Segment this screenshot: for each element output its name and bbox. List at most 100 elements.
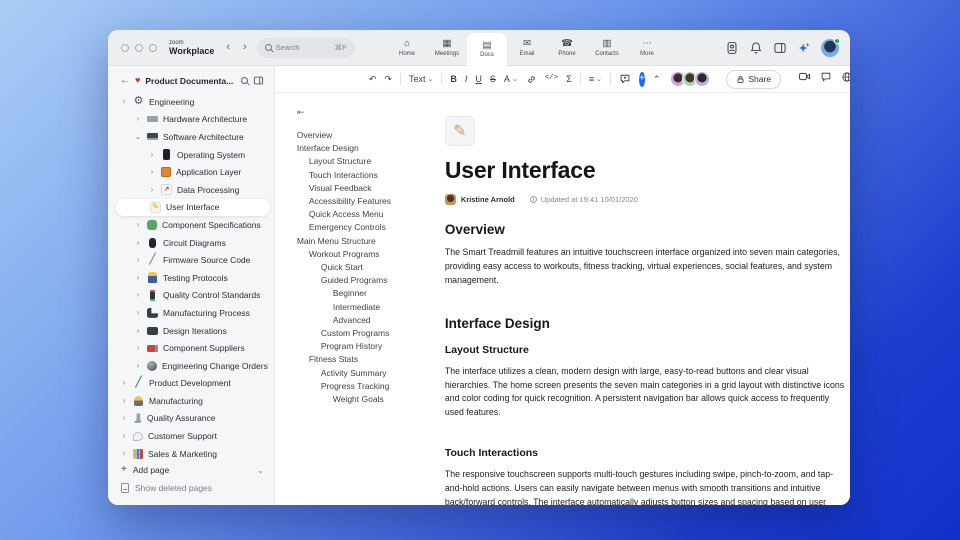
sidebar-back-icon[interactable]: ← bbox=[120, 75, 130, 86]
window-controls[interactable] bbox=[108, 43, 157, 52]
sidebar-item-component-suppliers[interactable]: › Component Suppliers bbox=[108, 339, 274, 357]
tab-docs[interactable]: ▤ Docs bbox=[467, 33, 507, 66]
sidebar-item-engineering-change-orders[interactable]: › Engineering Change Orders bbox=[108, 357, 274, 375]
outline-item[interactable]: Activity Summary bbox=[297, 367, 445, 380]
close-window-icon[interactable] bbox=[121, 43, 129, 52]
outline-item[interactable]: Fitness Stats bbox=[297, 353, 445, 366]
tab-phone[interactable]: ☎ Phone bbox=[547, 30, 587, 66]
outline-item[interactable]: Visual Feedback bbox=[297, 182, 445, 195]
comment-icon[interactable] bbox=[619, 73, 631, 85]
workspace-title[interactable]: Product Documenta... bbox=[145, 76, 236, 86]
text-color-button[interactable]: A ⌄ bbox=[504, 74, 518, 84]
collaborator-avatar[interactable] bbox=[694, 71, 711, 87]
undo-button[interactable]: ↶ bbox=[369, 74, 377, 84]
heading-layout-structure[interactable]: Layout Structure bbox=[445, 344, 849, 356]
sidebar-item-component-specifications[interactable]: › Component Specifications bbox=[108, 216, 274, 234]
sidebar-item-engineering[interactable]: › ⚙ Engineering bbox=[108, 93, 274, 111]
chevron-icon[interactable]: › bbox=[134, 308, 142, 317]
code-button[interactable]: </> bbox=[545, 75, 559, 83]
outline-item[interactable]: Main Menu Structure bbox=[297, 235, 445, 248]
chevron-icon[interactable]: › bbox=[120, 432, 128, 440]
outline-item[interactable]: Advanced bbox=[297, 314, 445, 327]
outline-item[interactable]: Quick Start bbox=[297, 261, 445, 274]
nav-forward-icon[interactable]: › bbox=[243, 42, 247, 53]
chevron-icon[interactable]: › bbox=[134, 361, 142, 370]
outline-item[interactable]: Program History bbox=[297, 340, 445, 353]
text-style-dropdown[interactable]: Text ⌄ bbox=[409, 74, 433, 84]
chevron-icon[interactable]: › bbox=[134, 326, 142, 335]
outline-item[interactable]: Emergency Controls bbox=[297, 221, 445, 234]
chevron-icon[interactable]: › bbox=[120, 97, 128, 106]
chevron-icon[interactable]: › bbox=[120, 379, 128, 387]
sidebar-item-sales-marketing[interactable]: › Sales & Marketing bbox=[108, 445, 274, 459]
outline-item[interactable]: Touch Interactions bbox=[297, 169, 445, 182]
paragraph-touch-interactions[interactable]: The responsive touchscreen supports mult… bbox=[445, 468, 845, 505]
outline-item[interactable]: Layout Structure bbox=[297, 155, 445, 168]
chevron-icon[interactable]: › bbox=[148, 185, 156, 194]
insert-plus-button[interactable]: + bbox=[638, 71, 645, 87]
heading-overview[interactable]: Overview bbox=[445, 222, 849, 237]
sidebar-item-software-architecture[interactable]: ⌄ Software Architecture bbox=[108, 128, 274, 146]
ai-companion-sparkle-icon[interactable] bbox=[797, 41, 811, 55]
outline-item[interactable]: Workout Programs bbox=[297, 248, 445, 261]
outline-item[interactable]: Quick Access Menu bbox=[297, 208, 445, 221]
globe-icon[interactable] bbox=[841, 70, 850, 88]
chevron-icon[interactable]: › bbox=[134, 238, 142, 247]
collapse-toolbar-icon[interactable]: ⌃ bbox=[653, 74, 661, 84]
chevron-icon[interactable]: ⌄ bbox=[134, 132, 142, 141]
sidebar-item-product-development[interactable]: › ╱ Product Development bbox=[108, 375, 274, 393]
collapse-outline-icon[interactable]: ⇤ bbox=[297, 107, 445, 118]
sidebar-item-quality-assurance[interactable]: › Quality Assurance bbox=[108, 410, 274, 428]
chevron-icon[interactable]: › bbox=[148, 168, 156, 176]
document-title[interactable]: User Interface bbox=[445, 157, 849, 184]
chevron-icon[interactable]: › bbox=[134, 220, 142, 229]
video-camera-icon[interactable] bbox=[798, 70, 811, 88]
paragraph-layout-structure[interactable]: The interface utilizes a clean, modern d… bbox=[445, 365, 845, 421]
sidebar-search-icon[interactable] bbox=[240, 77, 248, 84]
bold-button[interactable]: B bbox=[450, 74, 457, 84]
sidebar-item-circuit-diagrams[interactable]: › Circuit Diagrams bbox=[108, 234, 274, 252]
outline-item[interactable]: Accessibility Features bbox=[297, 195, 445, 208]
sidebar-item-operating-system[interactable]: › Operating System bbox=[108, 146, 274, 164]
outline-item[interactable]: Guided Programs bbox=[297, 274, 445, 287]
tab-contacts[interactable]: ▥ Contacts bbox=[587, 30, 627, 66]
chevron-icon[interactable]: › bbox=[134, 115, 142, 123]
document-content[interactable]: ✎ User Interface Kristine Arnold Updated… bbox=[444, 93, 849, 505]
contact-card-icon[interactable] bbox=[725, 41, 739, 55]
sidebar-item-customer-support[interactable]: › Customer Support bbox=[108, 427, 274, 445]
chevron-icon[interactable]: › bbox=[148, 150, 156, 159]
search-input[interactable]: Search ⌘F bbox=[256, 37, 355, 58]
sidebar-item-application-layer[interactable]: › Application Layer bbox=[108, 163, 274, 181]
document-memo-icon[interactable]: ✎ bbox=[444, 116, 475, 146]
nav-back-icon[interactable]: ‹ bbox=[226, 42, 230, 53]
chevron-icon[interactable]: › bbox=[134, 291, 142, 299]
tab-home[interactable]: ⌂ Home bbox=[387, 30, 427, 66]
outline-item[interactable]: Interface Design bbox=[297, 142, 445, 155]
outline-item[interactable]: Progress Tracking bbox=[297, 380, 445, 393]
sidebar-item-quality-control-standards[interactable]: › Quality Control Standards bbox=[108, 287, 274, 305]
minimize-window-icon[interactable] bbox=[135, 43, 143, 52]
chevron-icon[interactable]: › bbox=[120, 414, 128, 422]
tab-meetings[interactable]: ▦ Meetings bbox=[427, 30, 467, 66]
sidebar-item-hardware-architecture[interactable]: › Hardware Architecture bbox=[108, 111, 274, 129]
paragraph-overview[interactable]: The Smart Treadmill features an intuitiv… bbox=[445, 246, 845, 288]
italic-button[interactable]: I bbox=[465, 74, 468, 84]
outline-item[interactable]: Custom Programs bbox=[297, 327, 445, 340]
sidebar-item-testing-protocols[interactable]: › Testing Protocols bbox=[108, 269, 274, 287]
redo-button[interactable]: ↷ bbox=[384, 74, 392, 84]
outline-item[interactable]: Intermediate bbox=[297, 301, 445, 314]
align-dropdown[interactable]: ≡ ⌄ bbox=[589, 74, 602, 84]
maximize-window-icon[interactable] bbox=[149, 43, 157, 52]
tab-more[interactable]: ⋯ More bbox=[627, 30, 667, 66]
sidebar-item-manufacturing-process[interactable]: › Manufacturing Process bbox=[108, 304, 274, 322]
sidebar-item-manufacturing[interactable]: › Manufacturing bbox=[108, 392, 274, 410]
heading-interface-design[interactable]: Interface Design bbox=[445, 316, 849, 331]
sidebar-item-firmware-source-code[interactable]: › ╱ Firmware Source Code bbox=[108, 251, 274, 269]
user-avatar[interactable] bbox=[821, 38, 840, 57]
tab-email[interactable]: ✉ Email bbox=[507, 30, 547, 66]
show-deleted-pages-button[interactable]: Show deleted pages bbox=[108, 479, 274, 497]
chevron-icon[interactable]: › bbox=[120, 449, 128, 458]
side-panel-icon[interactable] bbox=[773, 41, 787, 55]
link-icon[interactable] bbox=[526, 74, 537, 85]
sidebar-item-data-processing[interactable]: › ↗ Data Processing bbox=[108, 181, 274, 199]
